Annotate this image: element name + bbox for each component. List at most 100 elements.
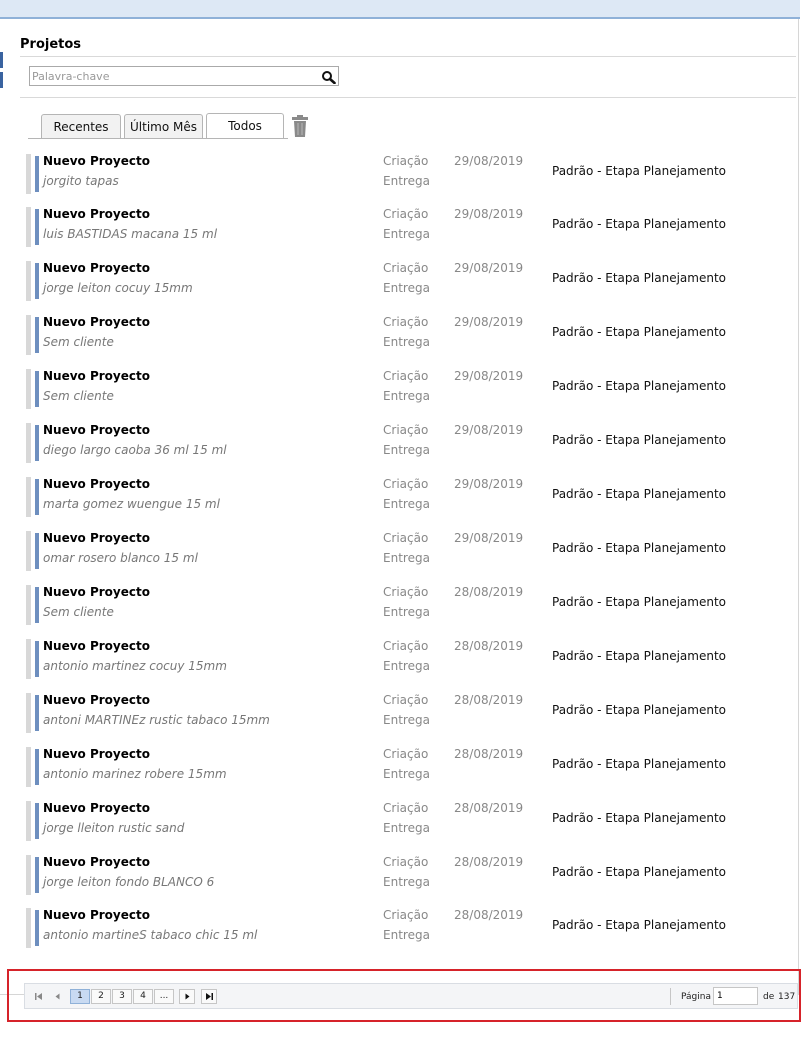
row-indicator [26, 531, 31, 571]
row-accent-bar [35, 910, 39, 946]
project-name[interactable]: Nuevo Proyecto [43, 747, 150, 761]
row-accent-bar [35, 749, 39, 785]
more-pages-button[interactable]: ... [154, 989, 174, 1004]
project-row[interactable]: Nuevo Proyecto jorge leiton cocuy 15mm Cri… [26, 257, 786, 303]
project-row[interactable]: Nuevo Proyecto luis BASTIDAS macana 15 ml… [26, 203, 786, 249]
project-name[interactable]: Nuevo Proyecto [43, 908, 150, 922]
created-label: Criação [383, 315, 429, 329]
row-indicator [26, 585, 31, 625]
project-name[interactable]: Nuevo Proyecto [43, 855, 150, 869]
row-indicator [26, 369, 31, 409]
project-row[interactable]: Nuevo Proyecto Sem cliente Criação Entrega 2… [26, 365, 786, 411]
tab-ultimo-mes[interactable]: Último Mês [124, 114, 203, 138]
next-page-icon[interactable] [179, 989, 195, 1004]
project-stage: Padrão - Etapa Planejamento [552, 865, 727, 879]
delivery-label: Entrega [383, 767, 430, 781]
created-label: Criação [383, 207, 429, 221]
project-stage: Padrão - Etapa Planejamento [552, 595, 727, 609]
project-row[interactable]: Nuevo Proyecto jorge leiton fondo BLANCO … [26, 851, 786, 897]
first-page-icon[interactable] [31, 989, 46, 1004]
project-row[interactable]: Nuevo Proyecto Sem cliente Criação Entrega 2… [26, 311, 786, 357]
project-name[interactable]: Nuevo Proyecto [43, 693, 150, 707]
row-indicator [26, 423, 31, 463]
page-1-button[interactable]: 1 [70, 989, 90, 1004]
row-accent-bar [35, 209, 39, 245]
project-row[interactable]: Nuevo Proyecto Sem cliente Criação Entrega 2… [26, 581, 786, 627]
created-date: 29/08/2019 [454, 154, 524, 168]
tab-recentes[interactable]: Recentes [41, 114, 121, 138]
trash-icon[interactable] [290, 114, 310, 138]
project-name[interactable]: Nuevo Proyecto [43, 801, 150, 815]
project-row[interactable]: Nuevo Proyecto jorgito tapas Criação Entreg… [26, 150, 786, 196]
row-accent-bar [35, 425, 39, 461]
created-date: 28/08/2019 [454, 747, 524, 761]
created-label: Criação [383, 693, 429, 707]
page-2-button[interactable]: 2 [91, 989, 111, 1004]
project-client: antonio martinez cocuy 15mm [43, 659, 227, 673]
project-row[interactable]: Nuevo Proyecto antonio marinez robere 15m… [26, 743, 786, 789]
row-accent-bar [35, 641, 39, 677]
prev-page-icon[interactable] [50, 989, 65, 1004]
project-name[interactable]: Nuevo Proyecto [43, 207, 150, 221]
project-stage: Padrão - Etapa Planejamento [552, 433, 727, 447]
project-row[interactable]: Nuevo Proyecto marta gomez wuengue 15 ml C… [26, 473, 786, 519]
tabs-baseline [28, 138, 288, 139]
delivery-label: Entrega [383, 335, 430, 349]
page-4-button[interactable]: 4 [133, 989, 153, 1004]
search-input[interactable] [32, 68, 317, 84]
project-client: jorge lleiton rustic sand [43, 821, 185, 835]
row-accent-bar [35, 695, 39, 731]
created-label: Criação [383, 639, 429, 653]
project-row[interactable]: Nuevo Proyecto omar rosero blanco 15 ml Cr… [26, 527, 786, 573]
project-name[interactable]: Nuevo Proyecto [43, 369, 150, 383]
delivery-label: Entrega [383, 928, 430, 942]
project-name[interactable]: Nuevo Proyecto [43, 531, 150, 545]
created-label: Criação [383, 261, 429, 275]
row-accent-bar [35, 857, 39, 893]
last-page-icon[interactable] [201, 989, 217, 1004]
pager-divider [670, 988, 671, 1005]
project-stage: Padrão - Etapa Planejamento [552, 164, 727, 178]
created-date: 28/08/2019 [454, 693, 524, 707]
project-stage: Padrão - Etapa Planejamento [552, 271, 727, 285]
delivery-label: Entrega [383, 821, 430, 835]
project-name[interactable]: Nuevo Proyecto [43, 154, 150, 168]
search-icon[interactable] [321, 69, 336, 85]
project-name[interactable]: Nuevo Proyecto [43, 315, 150, 329]
project-client: luis BASTIDAS macana 15 ml [43, 227, 218, 241]
project-row[interactable]: Nuevo Proyecto jorge lleiton rustic sand C… [26, 797, 786, 843]
project-client: Sem cliente [43, 389, 114, 403]
project-row[interactable]: Nuevo Proyecto diego largo caoba 36 ml 15… [26, 419, 786, 465]
project-row[interactable]: Nuevo Proyecto antoni MARTINEz rustic tab… [26, 689, 786, 735]
project-name[interactable]: Nuevo Proyecto [43, 585, 150, 599]
delivery-label: Entrega [383, 281, 430, 295]
row-indicator [26, 855, 31, 895]
project-client: jorgito tapas [43, 174, 119, 188]
project-name[interactable]: Nuevo Proyecto [43, 261, 150, 275]
created-date: 29/08/2019 [454, 477, 524, 491]
created-label: Criação [383, 423, 429, 437]
row-indicator [26, 693, 31, 733]
project-name[interactable]: Nuevo Proyecto [43, 477, 150, 491]
created-date: 28/08/2019 [454, 855, 524, 869]
project-name[interactable]: Nuevo Proyecto [43, 423, 150, 437]
tab-todos[interactable]: Todos [206, 113, 284, 139]
page-3-button[interactable]: 3 [112, 989, 132, 1004]
delivery-label: Entrega [383, 174, 430, 188]
page-title: Projetos [20, 37, 82, 52]
created-label: Criação [383, 585, 429, 599]
search-box [29, 66, 339, 86]
left-edge-marker [0, 72, 3, 88]
project-row[interactable]: Nuevo Proyecto antonio martineS tabaco ch… [26, 904, 786, 950]
project-name[interactable]: Nuevo Proyecto [43, 639, 150, 653]
created-date: 29/08/2019 [454, 315, 524, 329]
created-label: Criação [383, 154, 429, 168]
page-number-input[interactable] [713, 987, 758, 1005]
project-client: Sem cliente [43, 335, 114, 349]
created-date: 29/08/2019 [454, 531, 524, 545]
project-row[interactable]: Nuevo Proyecto antonio martinez cocuy 15m… [26, 635, 786, 681]
project-client: jorge leiton fondo BLANCO 6 [43, 875, 215, 889]
project-client: jorge leiton cocuy 15mm [43, 281, 193, 295]
created-date: 29/08/2019 [454, 369, 524, 383]
created-label: Criação [383, 801, 429, 815]
